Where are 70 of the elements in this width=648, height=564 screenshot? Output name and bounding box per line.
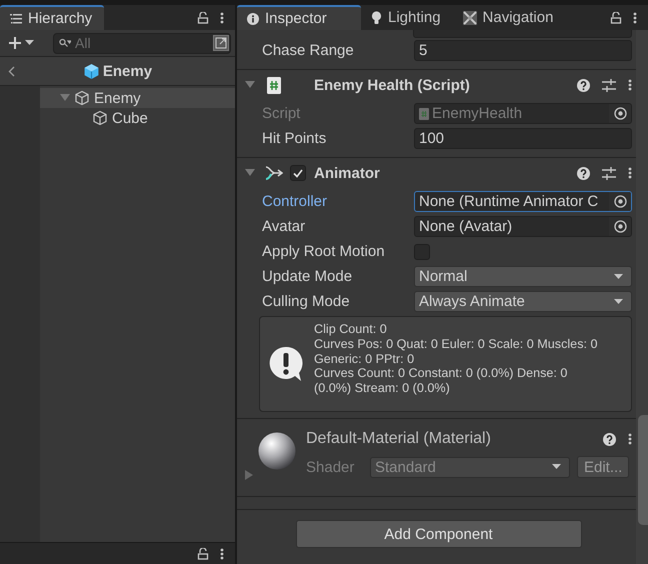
caret-icon <box>614 274 623 280</box>
back-icon[interactable] <box>8 66 15 77</box>
prefab-cube-icon <box>82 62 100 80</box>
field-label: Chase Range <box>262 42 355 59</box>
info-text: Clip Count: 0 Curves Pos: 0 Quat: 0 Euler: 0 Scale: 0 Muscles: 0 Generic: 0 PPtr: 0 Curves Count: 0 Constant: 0 (0.0%) Dense: 0 (0.0%) Stream: 0 (0.0%) <box>314 321 598 398</box>
expand-arrow-icon[interactable] <box>245 81 255 89</box>
component-header[interactable]: Enemy Health (Script) <box>237 73 636 97</box>
create-button[interactable] <box>8 36 34 50</box>
popout-icon[interactable] <box>213 35 229 51</box>
cube-icon <box>74 90 90 106</box>
field-label: Update Mode <box>262 268 354 285</box>
scrollbar-thumb[interactable] <box>638 415 648 525</box>
cube-icon <box>92 110 108 126</box>
tree-item[interactable]: Cube <box>0 108 235 128</box>
field-label: Apply Root Motion <box>262 243 386 260</box>
info-icon <box>247 12 259 24</box>
field-label: Culling Mode <box>262 293 351 310</box>
search-icon <box>59 38 71 48</box>
component-header[interactable]: Animator <box>237 161 636 185</box>
menu-icon[interactable] <box>628 433 632 445</box>
material-title: Default-Material (Material) <box>306 430 491 448</box>
caret-icon <box>552 464 561 470</box>
script-icon <box>419 108 429 120</box>
field-label: Script <box>262 105 302 122</box>
exclamation-icon <box>268 345 304 383</box>
caret-icon <box>25 40 34 46</box>
checkmark-icon <box>293 168 303 178</box>
sliders-icon[interactable] <box>602 166 616 180</box>
scrollbar[interactable] <box>636 30 648 564</box>
sliders-icon[interactable] <box>602 78 616 92</box>
menu-icon[interactable] <box>628 167 632 179</box>
field-label: Hit Points <box>262 130 328 147</box>
prefab-title: Enemy <box>102 62 152 80</box>
object-field[interactable]: None (Avatar) <box>414 216 632 237</box>
checkbox[interactable] <box>414 244 430 260</box>
menu-icon[interactable] <box>628 79 632 91</box>
navigation-icon <box>462 10 477 24</box>
object-picker-icon[interactable] <box>609 192 631 211</box>
panel-tab[interactable]: Lighting <box>361 5 453 30</box>
caret-icon <box>614 298 623 304</box>
light-bulb-icon <box>371 10 382 24</box>
plus-icon <box>8 36 22 50</box>
field-label: Avatar <box>262 218 306 235</box>
object-picker-icon[interactable] <box>609 217 631 236</box>
dropdown[interactable]: Normal <box>414 266 632 287</box>
menu-icon[interactable] <box>633 12 637 24</box>
script-icon <box>264 76 284 94</box>
shader-label: Shader <box>306 458 356 476</box>
panel-tab[interactable]: Inspector <box>237 5 361 30</box>
number-field[interactable]: 5 <box>414 40 632 61</box>
lock-icon[interactable] <box>610 12 622 24</box>
dropdown[interactable]: Always Animate <box>414 291 632 312</box>
lock-icon[interactable] <box>197 12 209 24</box>
checkbox[interactable] <box>290 165 306 181</box>
add-component-button[interactable]: Add Component <box>296 520 582 548</box>
object-field[interactable]: None (Runtime Animator C <box>414 191 632 212</box>
animator-icon <box>264 165 284 181</box>
expand-arrow-icon[interactable] <box>245 169 255 177</box>
field-label: Controller <box>262 193 328 210</box>
list-icon <box>10 14 22 24</box>
menu-icon[interactable] <box>220 12 224 24</box>
lock-icon[interactable] <box>197 548 209 560</box>
hierarchy-tab[interactable]: Hierarchy <box>0 5 104 30</box>
help-icon[interactable] <box>577 166 590 180</box>
help-icon[interactable] <box>603 432 616 446</box>
number-field[interactable]: 100 <box>414 128 632 149</box>
help-icon[interactable] <box>577 78 590 92</box>
panel-tab[interactable]: Navigation <box>452 5 566 30</box>
sphere-icon <box>257 431 297 471</box>
menu-icon[interactable] <box>220 548 224 560</box>
